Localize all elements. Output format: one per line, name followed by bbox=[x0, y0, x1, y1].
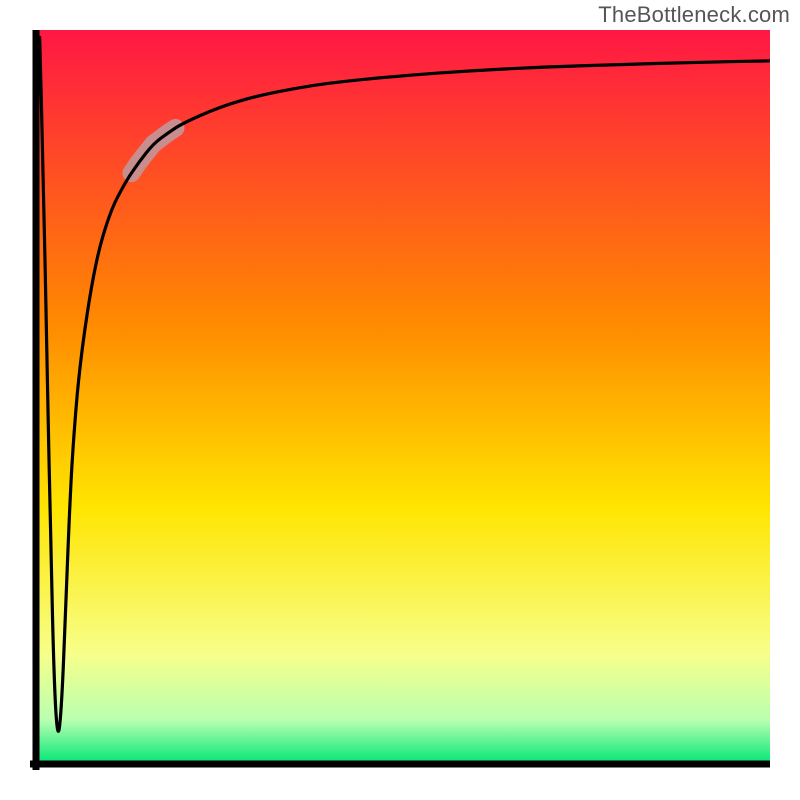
watermark-text: TheBottleneck.com bbox=[598, 2, 790, 28]
chart-container: TheBottleneck.com bbox=[0, 0, 800, 800]
plot-frame bbox=[30, 30, 770, 770]
plot-svg bbox=[30, 30, 770, 770]
